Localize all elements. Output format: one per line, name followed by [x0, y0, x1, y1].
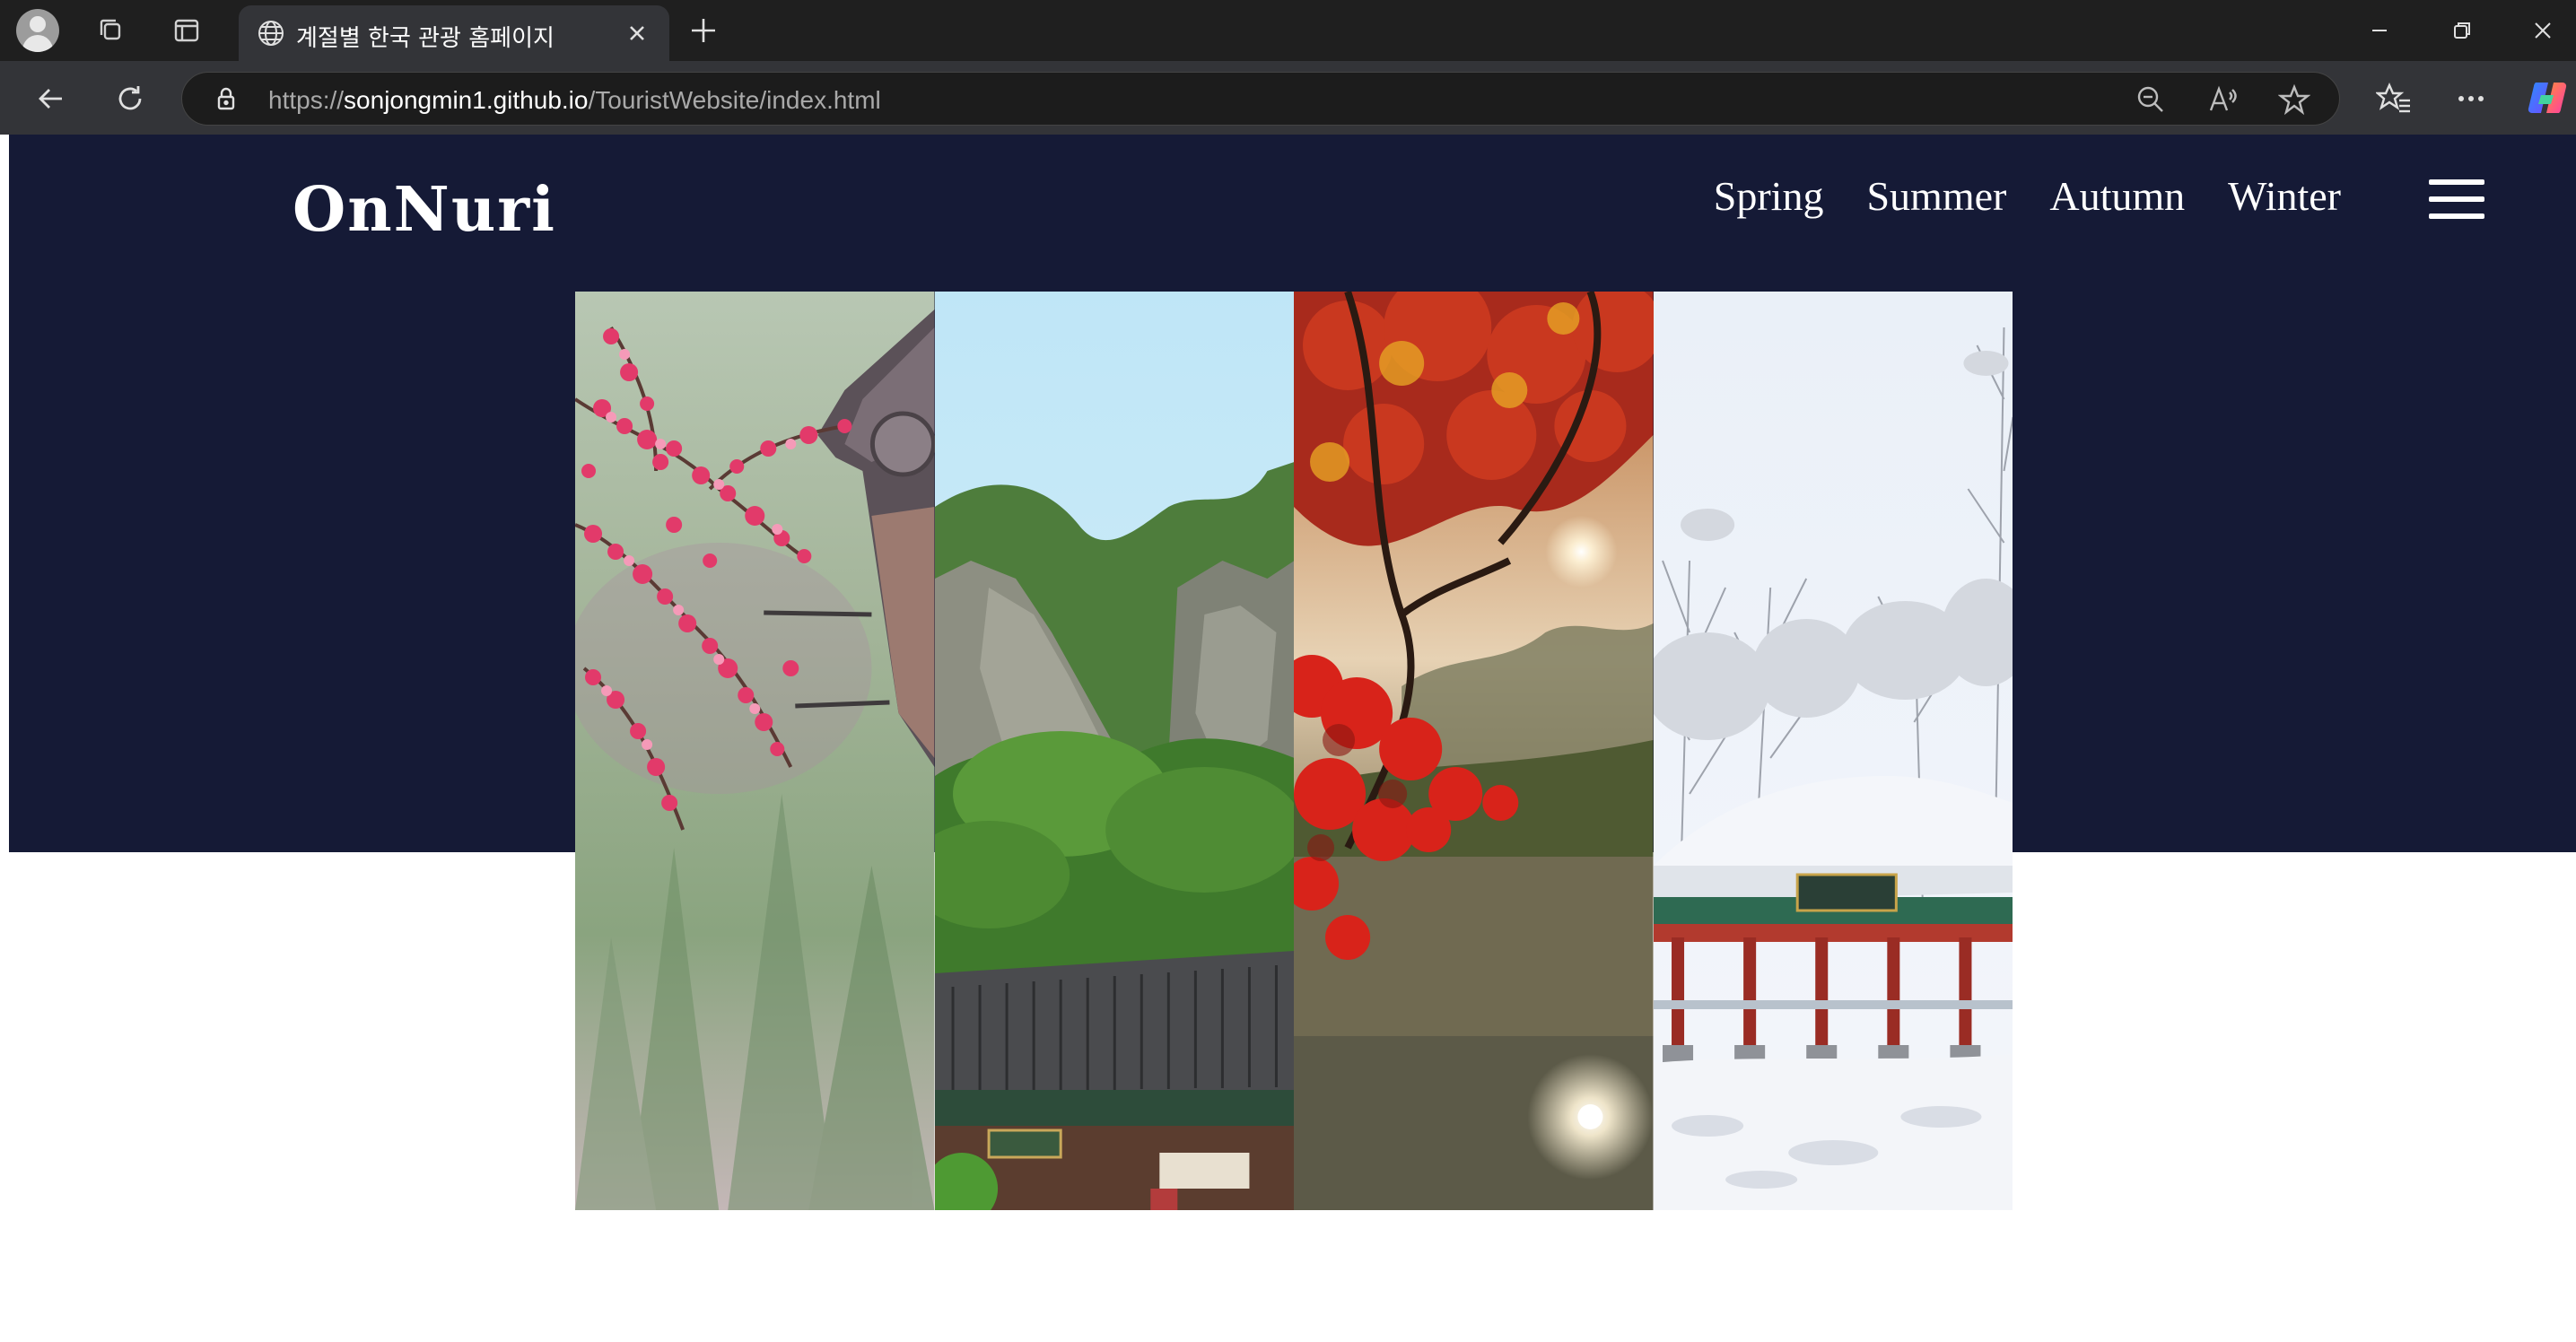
- autumn-image[interactable]: [1294, 292, 1654, 1210]
- globe-icon: [258, 21, 284, 46]
- nav-link-summer[interactable]: Summer: [1866, 172, 2006, 220]
- zoom-out-icon[interactable]: [2135, 83, 2167, 116]
- season-image-strip: [575, 292, 2013, 1210]
- back-button[interactable]: [30, 77, 73, 120]
- hamburger-menu-icon[interactable]: [2429, 179, 2484, 219]
- nav-link-autumn[interactable]: Autumn: [2049, 172, 2185, 220]
- tab-actions-icon[interactable]: [165, 9, 208, 52]
- read-aloud-icon[interactable]: [2206, 83, 2239, 116]
- back-arrow-icon: [39, 89, 62, 109]
- address-bar[interactable]: https://sonjongmin1.github.io/TouristWeb…: [181, 72, 2340, 126]
- refresh-button[interactable]: [109, 77, 152, 120]
- summer-image[interactable]: [934, 292, 1294, 1210]
- copilot-icon[interactable]: [2527, 77, 2568, 118]
- plum-blossom-roof-image: [575, 292, 935, 1210]
- browser-tab-bar: 계절별 한국 관광 홈페이지: [0, 0, 2576, 61]
- winter-image[interactable]: [1653, 292, 2013, 1210]
- collections-icon[interactable]: [90, 9, 133, 52]
- spring-image[interactable]: [575, 292, 935, 1210]
- close-tab-icon[interactable]: [623, 19, 651, 48]
- profile-avatar[interactable]: [16, 9, 59, 52]
- url-scheme: https://: [268, 86, 345, 114]
- new-tab-icon[interactable]: [687, 14, 720, 47]
- site-logo[interactable]: OnNuri: [293, 174, 556, 246]
- nav-link-winter[interactable]: Winter: [2228, 172, 2341, 220]
- web-page: OnNuri Spring Summer Autumn Winter: [9, 135, 2576, 1342]
- season-nav: Spring Summer Autumn Winter: [1714, 172, 2341, 220]
- tab-title: 계절별 한국 관광 홈페이지: [296, 25, 554, 52]
- red-maple-lake-image: [1294, 292, 1654, 1210]
- snow-pavilion-image: [1653, 292, 2013, 1210]
- favorites-icon[interactable]: [2376, 81, 2412, 117]
- url-text[interactable]: https://sonjongmin1.github.io/TouristWeb…: [268, 86, 881, 115]
- nav-link-spring[interactable]: Spring: [1714, 172, 1824, 220]
- browser-toolbar: https://sonjongmin1.github.io/TouristWeb…: [0, 61, 2576, 135]
- url-host: sonjongmin1.github.io: [344, 86, 589, 114]
- lock-icon[interactable]: [213, 85, 240, 112]
- active-tab[interactable]: 계절별 한국 관광 홈페이지: [239, 5, 669, 61]
- refresh-icon: [118, 86, 142, 110]
- more-options-icon[interactable]: [2453, 81, 2489, 117]
- restore-icon[interactable]: [2444, 13, 2480, 48]
- favorite-star-icon[interactable]: [2278, 83, 2310, 116]
- url-path: /TouristWebsite/index.html: [588, 86, 881, 114]
- close-window-icon[interactable]: [2525, 13, 2561, 48]
- mountain-temple-image: [934, 292, 1294, 1210]
- minimize-icon[interactable]: [2362, 13, 2397, 48]
